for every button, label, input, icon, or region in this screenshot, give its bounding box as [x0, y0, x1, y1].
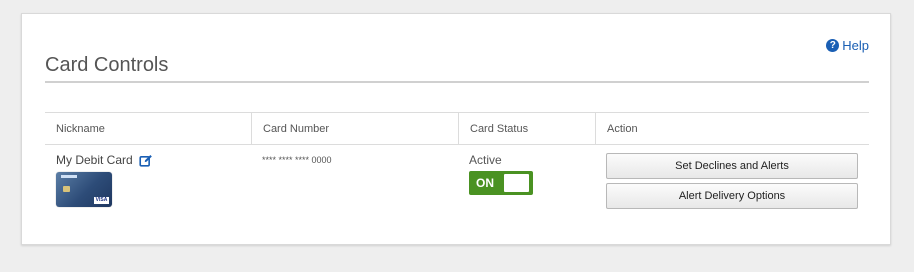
column-header-card-status: Card Status	[458, 113, 595, 144]
card-status-toggle[interactable]: ON	[469, 171, 533, 195]
table-row: My Debit Card VISA **** **** **** 0000 A…	[45, 145, 869, 213]
action-cell: Set Declines and Alerts Alert Delivery O…	[595, 153, 869, 213]
toggle-label: ON	[476, 176, 494, 190]
edit-icon[interactable]	[139, 154, 152, 167]
set-declines-alerts-button[interactable]: Set Declines and Alerts	[606, 153, 858, 179]
card-number-cell: **** **** **** 0000	[251, 153, 458, 213]
card-controls-panel: ? Help Card Controls Nickname Card Numbe…	[21, 13, 891, 245]
debit-card-image: VISA	[56, 172, 112, 207]
help-link[interactable]: ? Help	[826, 38, 869, 53]
toggle-knob	[504, 174, 529, 192]
alert-delivery-options-button[interactable]: Alert Delivery Options	[606, 183, 858, 209]
cards-table: Nickname Card Number Card Status Action …	[45, 112, 869, 213]
card-status-cell: Active ON	[458, 153, 595, 213]
card-nickname: My Debit Card	[56, 153, 133, 167]
nickname-cell: My Debit Card VISA	[45, 153, 251, 213]
table-header: Nickname Card Number Card Status Action	[45, 112, 869, 145]
card-status: Active	[469, 153, 502, 167]
column-header-nickname: Nickname	[56, 122, 105, 135]
help-label: Help	[842, 38, 869, 53]
column-header-action: Action	[595, 113, 869, 144]
question-circle-icon: ?	[826, 39, 840, 52]
title-divider	[45, 81, 869, 83]
visa-logo-icon: VISA	[94, 197, 109, 204]
card-number: **** **** **** 0000	[262, 155, 332, 165]
column-header-card-number: Card Number	[251, 113, 458, 144]
page-title: Card Controls	[45, 54, 169, 76]
